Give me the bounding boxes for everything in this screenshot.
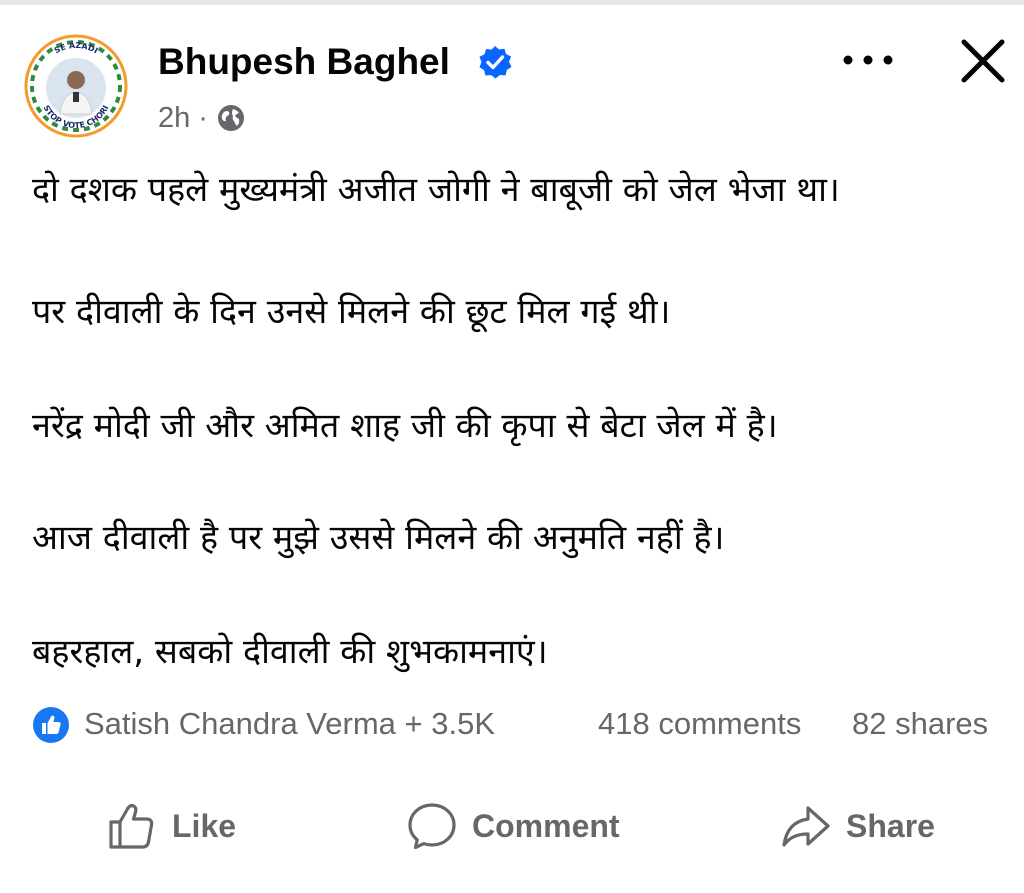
comment-label: Comment [472, 807, 620, 844]
comment-button[interactable]: Comment [406, 796, 620, 856]
comments-count[interactable]: 418 comments [598, 702, 801, 746]
post-text-line: दो दशक पहले मुख्यमंत्री अजीत जोगी ने बाब… [32, 170, 840, 210]
post-text-line: नरेंद्र मोदी जी और अमित शाह जी की कृपा स… [32, 406, 778, 446]
comment-bubble-icon [408, 803, 456, 850]
like-button[interactable]: Like [106, 796, 236, 856]
like-reaction-icon[interactable] [32, 706, 70, 744]
author-name[interactable]: Bhupesh Baghel [158, 38, 450, 86]
share-label: Share [846, 807, 935, 844]
close-icon[interactable] [958, 36, 1008, 86]
more-options-icon[interactable] [836, 40, 900, 80]
avatar-image: SE AZADI STOP VOTE CHORI [24, 34, 128, 138]
post-text-line: आज दीवाली है पर मुझे उससे मिलने की अनुमत… [32, 518, 725, 558]
meta-separator: · [198, 101, 208, 134]
shares-count[interactable]: 82 shares [852, 702, 988, 746]
verified-badge-icon [479, 46, 512, 79]
post-text-line: बहरहाल, सबको दीवाली की शुभकामनाएं। [32, 632, 548, 672]
post-meta: 2h · [158, 98, 246, 138]
post-time[interactable]: 2h [158, 102, 190, 135]
post-text-line: पर दीवाली के दिन उनसे मिलने की छूट मिल ग… [32, 292, 671, 332]
reactions-summary[interactable]: Satish Chandra Verma + 3.5K [84, 702, 495, 746]
globe-icon[interactable] [216, 103, 246, 133]
top-divider [0, 0, 1024, 5]
profile-avatar[interactable]: SE AZADI STOP VOTE CHORI [24, 34, 128, 138]
share-button[interactable]: Share [780, 796, 935, 856]
share-arrow-icon [782, 806, 830, 847]
like-label: Like [172, 807, 237, 844]
thumbs-up-icon [109, 803, 154, 849]
